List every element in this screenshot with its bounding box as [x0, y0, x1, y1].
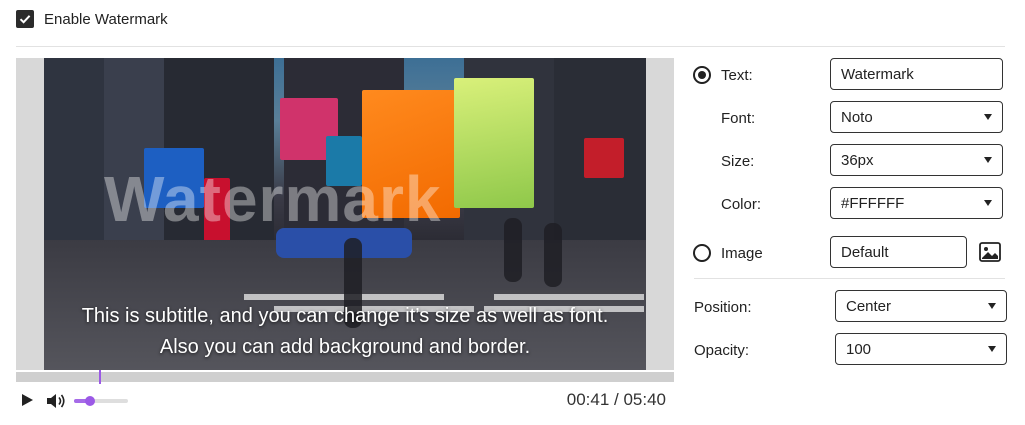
position-select-value: Center [846, 297, 892, 315]
subtitle-line: This is subtitle, and you can change it’… [81, 305, 609, 327]
scene-crosswalk [494, 294, 644, 300]
chevron-down-icon [984, 200, 992, 206]
size-label: Size: [721, 153, 755, 170]
playback-timecode: 00:41 / 05:40 [566, 390, 666, 409]
size-select[interactable]: 36px [830, 144, 1003, 176]
enable-watermark-row[interactable]: Enable Watermark [16, 10, 168, 28]
player-controls: 00:41 / 05:40 [16, 388, 674, 414]
scene-person [504, 218, 522, 282]
video-frame[interactable]: Watermark This is subtitle, and you can … [44, 58, 646, 370]
color-label: Color: [721, 196, 762, 213]
subtitle-overlay: This is subtitle, and you can change it’… [44, 301, 646, 363]
enable-watermark-label: Enable Watermark [44, 10, 168, 28]
playback-progress-bar[interactable] [16, 370, 674, 384]
text-option-label: Text: [721, 67, 753, 84]
chevron-down-icon [984, 114, 992, 120]
volume-slider-knob[interactable] [85, 396, 96, 406]
color-select-value: #FFFFFF [841, 194, 905, 212]
position-label: Position: [694, 299, 752, 316]
image-icon[interactable] [979, 242, 1001, 262]
video-player: Watermark This is subtitle, and you can … [16, 58, 674, 370]
volume-slider[interactable] [74, 396, 128, 406]
size-select-value: 36px [841, 151, 874, 169]
color-select[interactable]: #FFFFFF [830, 187, 1003, 219]
volume-icon[interactable] [46, 392, 66, 410]
chevron-down-icon [988, 303, 996, 309]
scene-person [544, 223, 562, 287]
subtitle-line: Also you can add background and border. [159, 336, 531, 358]
position-select[interactable]: Center [835, 290, 1007, 322]
chevron-down-icon [988, 346, 996, 352]
opacity-select[interactable]: 100 [835, 333, 1007, 365]
font-label: Font: [721, 110, 756, 127]
image-source-field[interactable]: Default [830, 236, 967, 268]
watermark-overlay-text: Watermark [104, 163, 442, 235]
enable-watermark-checkbox[interactable] [16, 10, 34, 28]
scene-billboard [454, 78, 534, 208]
panel-divider [694, 278, 1005, 279]
font-select[interactable]: Noto [830, 101, 1003, 133]
chevron-down-icon [984, 157, 992, 163]
top-divider [16, 46, 1005, 47]
opacity-label: Opacity: [694, 342, 750, 359]
image-option-radio[interactable] [693, 244, 711, 262]
opacity-select-value: 100 [846, 340, 872, 358]
playhead-marker[interactable] [99, 370, 102, 384]
play-icon[interactable] [20, 393, 34, 407]
text-option-radio[interactable] [693, 66, 711, 84]
checkmark-icon [19, 15, 31, 24]
image-option-label: Image [721, 245, 763, 262]
watermark-text-input[interactable]: Watermark [830, 58, 1003, 90]
scene-billboard [584, 138, 624, 178]
font-select-value: Noto [841, 108, 873, 126]
